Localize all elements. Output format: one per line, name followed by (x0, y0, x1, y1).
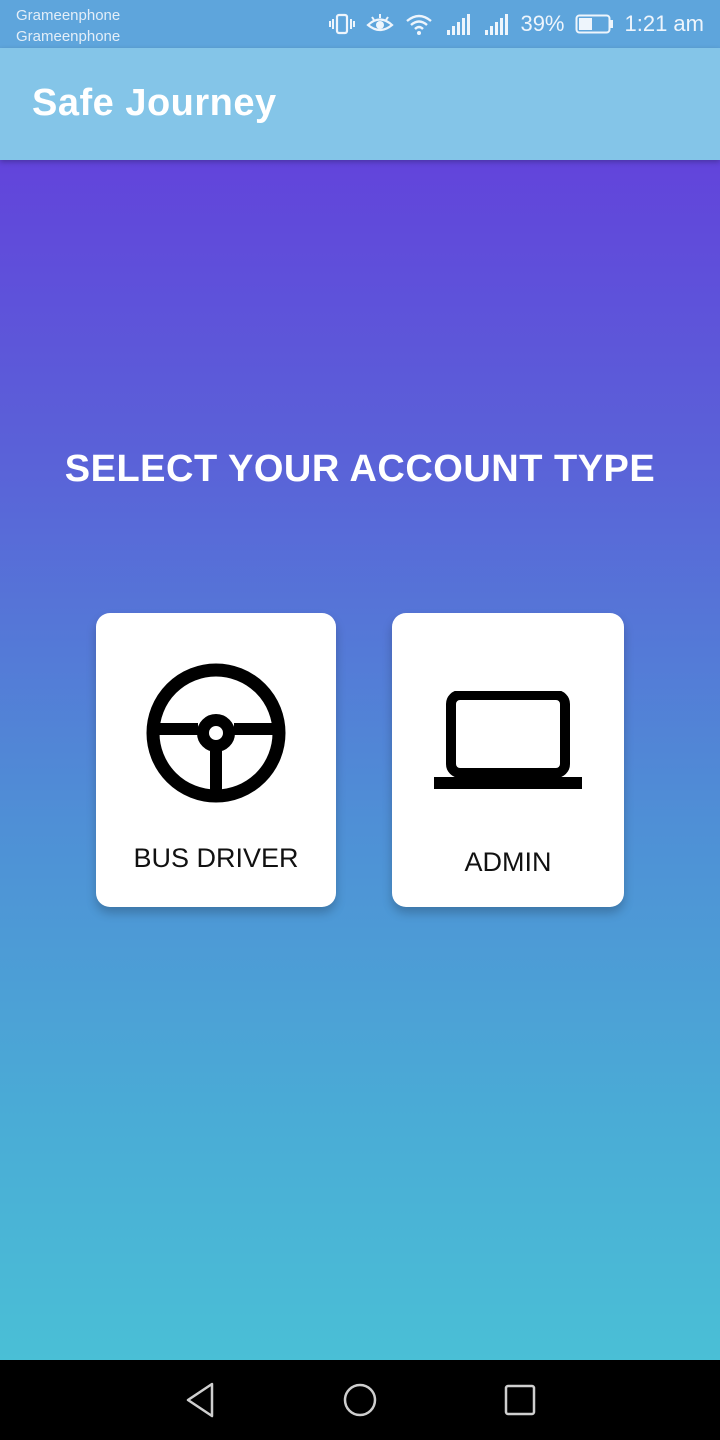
battery-percent: 39% (520, 11, 565, 36)
carrier-2: Grameenphone (16, 28, 121, 45)
vibrate-icon (328, 12, 356, 36)
status-icons: 39% 1:21 am (328, 8, 704, 40)
steering-wheel-icon (146, 663, 286, 808)
back-icon[interactable] (180, 1380, 220, 1420)
screen: Grameenphone Grameenphone 39% 1:21 am Sa… (0, 0, 720, 1440)
eye-comfort-icon (366, 12, 395, 36)
wifi-icon (404, 12, 434, 36)
laptop-icon (434, 690, 582, 796)
home-icon[interactable] (340, 1380, 380, 1420)
account-type-screen: SELECT YOUR ACCOUNT TYPE BUS DRIVER ADMI… (0, 160, 720, 1360)
signal-1-icon (444, 12, 472, 36)
carrier-list: Grameenphone Grameenphone (16, 5, 120, 47)
recents-icon[interactable] (500, 1380, 540, 1420)
status-bar: Grameenphone Grameenphone 39% 1:21 am (0, 0, 720, 48)
battery-icon (575, 13, 615, 35)
navigation-bar (0, 1360, 720, 1440)
admin-option-button[interactable]: ADMIN (392, 613, 624, 907)
carrier-1: Grameenphone (16, 7, 121, 24)
signal-2-icon (482, 12, 510, 36)
admin-label: ADMIN (464, 847, 552, 877)
app-title: Safe Journey (32, 82, 277, 124)
bus-driver-label: BUS DRIVER (133, 843, 299, 873)
clock: 1:21 am (624, 11, 705, 36)
bus-driver-option-button[interactable]: BUS DRIVER (96, 613, 336, 907)
account-type-prompt: SELECT YOUR ACCOUNT TYPE (64, 448, 656, 490)
app-bar: Safe Journey (0, 48, 720, 160)
